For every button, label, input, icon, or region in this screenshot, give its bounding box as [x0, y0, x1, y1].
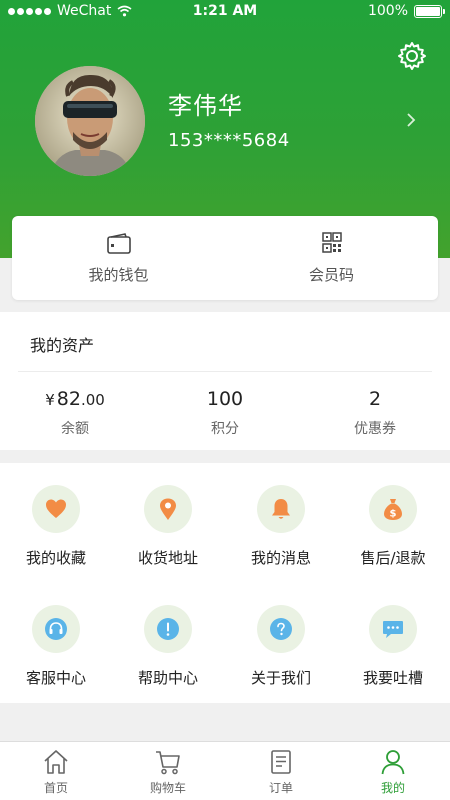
service-label: 我的收藏: [25, 549, 86, 567]
chevron-right-icon[interactable]: [404, 110, 418, 130]
service-label: 关于我们: [250, 669, 311, 687]
headset-icon: [45, 618, 67, 640]
question-icon: [270, 618, 292, 640]
points-stat[interactable]: 100 积分: [150, 386, 300, 438]
service-about[interactable]: 关于我们: [225, 583, 337, 703]
coupons-label: 优惠券: [354, 421, 396, 437]
points-label: 积分: [211, 421, 239, 437]
phone-number: 153****5684: [168, 130, 290, 151]
tab-label: 购物车: [149, 781, 186, 795]
service-label: 我的消息: [250, 549, 311, 567]
tab-home[interactable]: 首页: [0, 742, 112, 800]
service-label: 帮助中心: [137, 669, 198, 687]
service-feedback[interactable]: 我要吐槽: [337, 583, 449, 703]
username: 李伟华: [168, 92, 243, 120]
services-grid: 我的收藏 收货地址 我的消息 $ 售后/退款 客服中心 帮助中心 关于我们 我要…: [0, 463, 450, 703]
status-bar: WeChat 1:21 AM 100%: [0, 0, 450, 24]
balance-decimals: .00: [80, 391, 105, 409]
order-icon: [271, 750, 291, 774]
wallet-button[interactable]: 我的钱包: [12, 216, 225, 300]
assets-section: 我的资产 ¥82.00 余额 100 积分 2 优惠券: [0, 312, 450, 450]
qr-code-icon: [321, 232, 342, 253]
tab-label: 首页: [43, 781, 68, 795]
tab-orders[interactable]: 订单: [225, 742, 337, 800]
tab-label: 我的: [380, 781, 405, 795]
service-label: 我要吐槽: [362, 669, 423, 687]
service-address[interactable]: 收货地址: [112, 463, 224, 583]
balance-label: 余额: [61, 421, 89, 437]
balance-amount: 82: [56, 388, 81, 410]
quick-actions-card: 我的钱包 会员码: [12, 216, 438, 300]
assets-divider: [18, 371, 432, 372]
chat-bubble-icon: [383, 621, 403, 638]
tab-label: 订单: [268, 781, 293, 795]
service-messages[interactable]: 我的消息: [225, 463, 337, 583]
service-label: 客服中心: [25, 669, 86, 687]
wallet-icon: [106, 233, 131, 254]
tab-cart[interactable]: 购物车: [112, 742, 224, 800]
bell-icon: [272, 499, 290, 519]
balance-stat[interactable]: ¥82.00 余额: [0, 386, 150, 438]
tab-bar: 首页 购物车 订单 我的: [0, 741, 450, 800]
battery-icon: [414, 4, 445, 18]
exclamation-icon: [157, 618, 179, 640]
service-label: 售后/退款: [360, 549, 426, 567]
service-label: 收货地址: [137, 549, 198, 567]
tab-me[interactable]: 我的: [337, 742, 449, 800]
battery-percent: 100%: [367, 3, 408, 19]
money-bag-icon: $: [384, 499, 402, 520]
service-favorites[interactable]: 我的收藏: [0, 463, 112, 583]
cart-icon: [156, 751, 180, 775]
service-customer-care[interactable]: 客服中心: [0, 583, 112, 703]
service-help[interactable]: 帮助中心: [112, 583, 224, 703]
user-icon: [381, 750, 405, 775]
coupons-value: 2: [368, 388, 382, 410]
balance-value: ¥82.00: [0, 386, 150, 412]
currency-symbol: ¥: [45, 391, 55, 409]
avatar[interactable]: [35, 66, 145, 176]
location-pin-icon: [160, 498, 176, 520]
coupons-stat[interactable]: 2 优惠券: [300, 386, 450, 438]
home-icon: [44, 750, 68, 774]
member-code-label: 会员码: [308, 266, 354, 284]
settings-gear-icon[interactable]: [396, 40, 428, 72]
member-code-button[interactable]: 会员码: [225, 216, 438, 300]
svg-text:$: $: [390, 509, 397, 520]
assets-title: 我的资产: [30, 336, 95, 355]
wallet-label: 我的钱包: [88, 266, 149, 284]
heart-icon: [46, 499, 66, 518]
service-refund[interactable]: $ 售后/退款: [337, 463, 449, 583]
points-value: 100: [206, 388, 244, 410]
